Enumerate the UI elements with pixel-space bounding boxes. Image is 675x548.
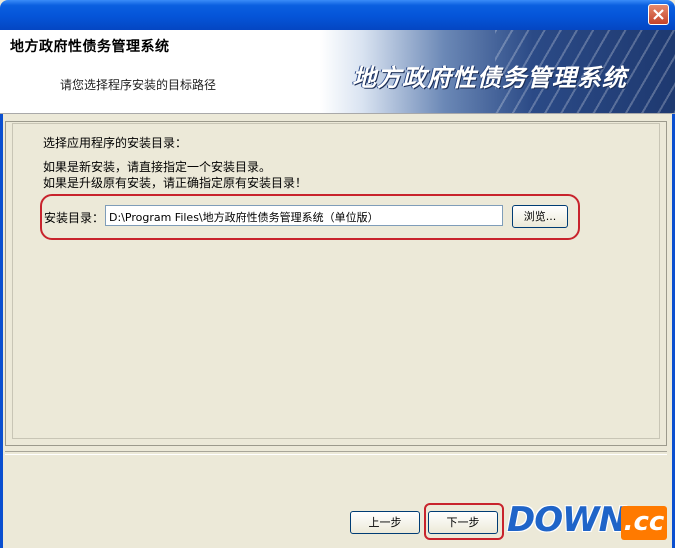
banner-title: 地方政府性债务管理系统 [352, 64, 627, 92]
instruction-new-install: 如果是新安装，请直接指定一个安装目录。 [43, 160, 272, 174]
prev-button[interactable]: 上一步 [350, 511, 420, 534]
header-text-area: 地方政府性债务管理系统 请您选择程序安装的目标路径 [6, 30, 366, 113]
next-button[interactable]: 下一步 [428, 511, 498, 534]
close-button[interactable] [648, 4, 669, 25]
close-icon [653, 9, 664, 20]
instruction-upgrade: 如果是升级原有安装，请正确指定原有安装目录！ [43, 176, 308, 190]
window-titlebar[interactable] [0, 0, 675, 30]
browse-button[interactable]: 浏览... [512, 205, 568, 228]
instruction-heading: 选择应用程序的安装目录： [43, 136, 188, 150]
page-subtitle: 请您选择程序安装的目标路径 [60, 78, 217, 92]
page-title: 地方政府性债务管理系统 [10, 39, 170, 55]
install-directory-row: 安装目录： D:\Program Files\地方政府性债务管理系统（单位版） … [40, 195, 578, 239]
watermark-logo: DOWN .cc [507, 500, 672, 546]
footer-divider [5, 451, 667, 455]
install-directory-label: 安装目录： [44, 211, 105, 225]
install-directory-input[interactable]: D:\Program Files\地方政府性债务管理系统（单位版） [105, 205, 503, 226]
wizard-header: 地方政府性债务管理系统 请您选择程序安装的目标路径 地方政府性债务管理系统 [0, 30, 675, 114]
watermark-down-text: DOWN [507, 500, 627, 540]
watermark-cc-badge: .cc [621, 506, 667, 540]
